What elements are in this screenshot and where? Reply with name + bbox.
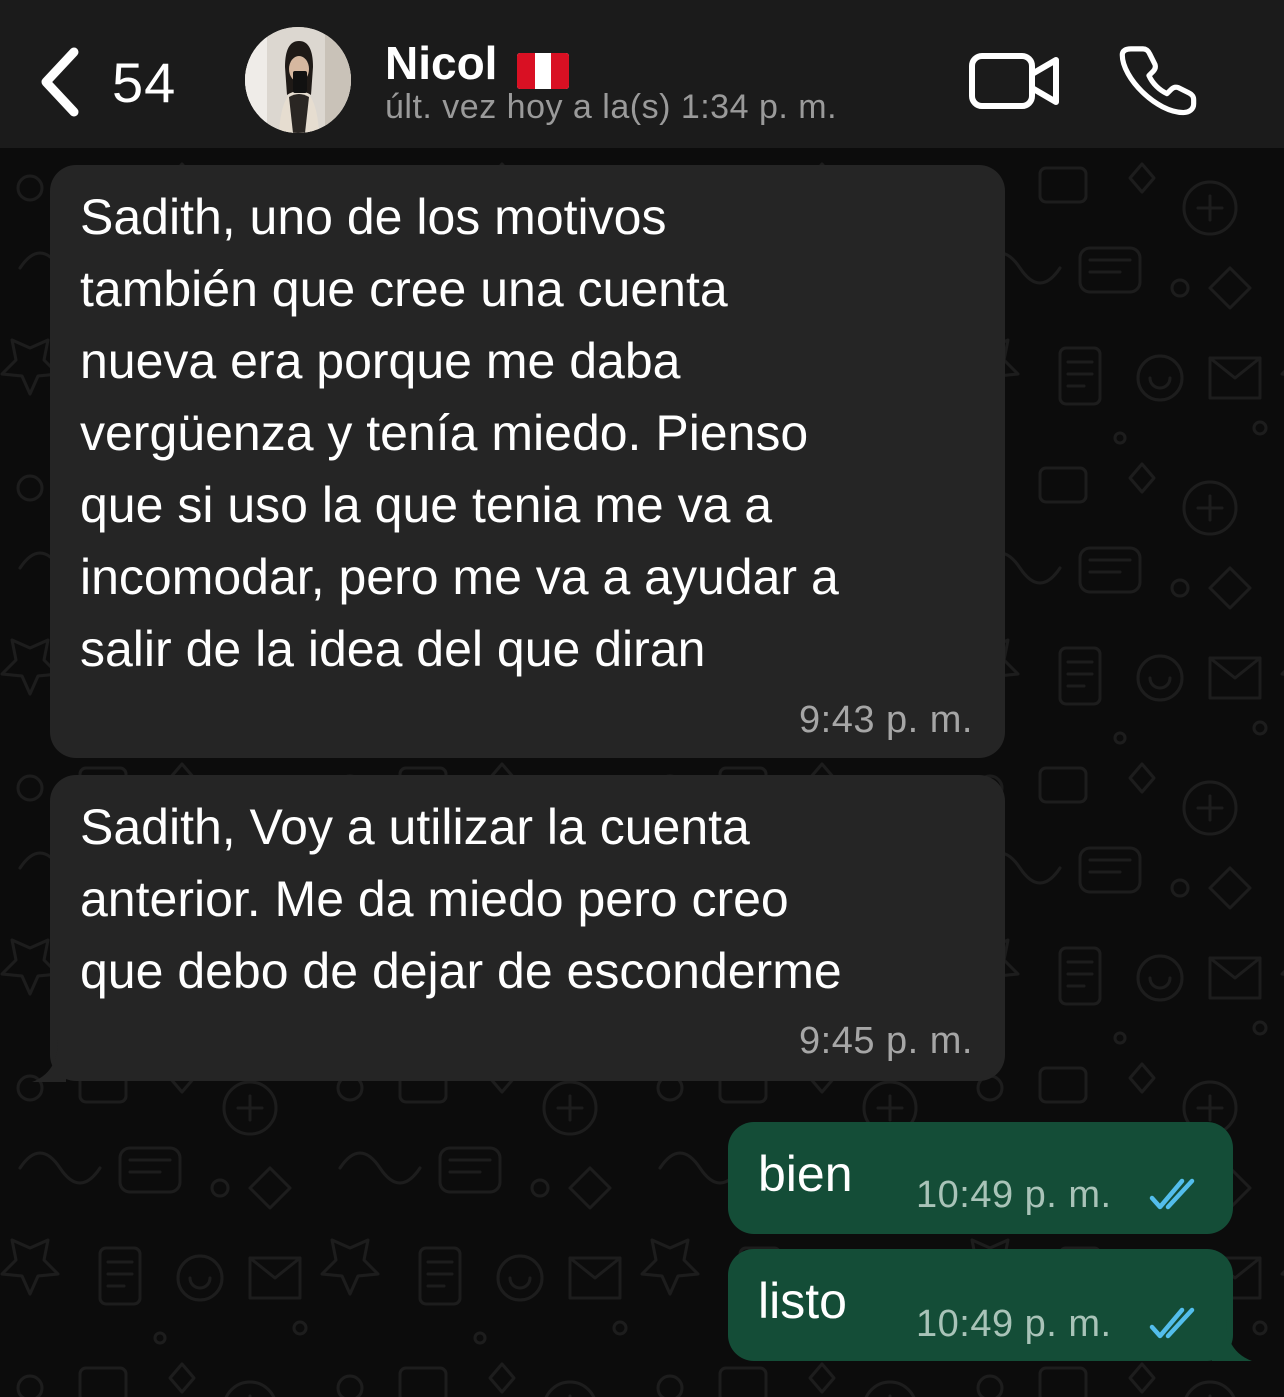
back-button[interactable]: 54 — [34, 42, 194, 122]
message-timestamp: 10:49 p. m. — [916, 1174, 1112, 1216]
voice-call-button[interactable] — [1118, 40, 1198, 120]
incoming-message[interactable]: Sadith, uno de los motivos también que c… — [50, 165, 1005, 758]
message-timestamp: 9:45 p. m. — [799, 1020, 973, 1062]
peru-flag-icon — [517, 46, 570, 89]
incoming-message[interactable]: Sadith, Voy a utilizar la cuenta anterio… — [50, 775, 1005, 1081]
outgoing-message[interactable]: bien 10:49 p. m. — [728, 1122, 1233, 1234]
profile-photo — [245, 27, 351, 133]
incoming-bubble-tail — [32, 1040, 66, 1082]
chat-header: 54 Nicol últ. vez hoy a la(s) 1:34 p. m. — [0, 0, 1284, 148]
unread-count: 54 — [112, 50, 177, 114]
double-check-icon — [1149, 1307, 1195, 1339]
contact-name[interactable]: Nicol — [385, 36, 570, 90]
message-text: Sadith, uno de los motivos también que c… — [80, 189, 839, 677]
outgoing-bubble-tail — [1212, 1320, 1252, 1361]
last-seen-status: últ. vez hoy a la(s) 1:34 p. m. — [385, 88, 838, 126]
phone-icon — [1119, 46, 1197, 116]
message-timestamp: 10:49 p. m. — [916, 1303, 1112, 1345]
message-text: bien — [758, 1146, 853, 1202]
contact-name-label: Nicol — [385, 37, 498, 89]
message-timestamp: 9:43 p. m. — [799, 699, 973, 741]
video-call-button[interactable] — [968, 48, 1064, 112]
double-check-icon — [1149, 1178, 1195, 1210]
outgoing-message[interactable]: listo 10:49 p. m. — [728, 1249, 1233, 1361]
message-text: listo — [758, 1273, 847, 1329]
video-camera-icon — [969, 53, 1059, 109]
chat-screen: 54 Nicol últ. vez hoy a la(s) 1:34 p. m.… — [0, 0, 1284, 1397]
chevron-left-icon — [41, 47, 79, 117]
avatar[interactable] — [245, 27, 351, 133]
message-text: Sadith, Voy a utilizar la cuenta anterio… — [80, 799, 842, 999]
